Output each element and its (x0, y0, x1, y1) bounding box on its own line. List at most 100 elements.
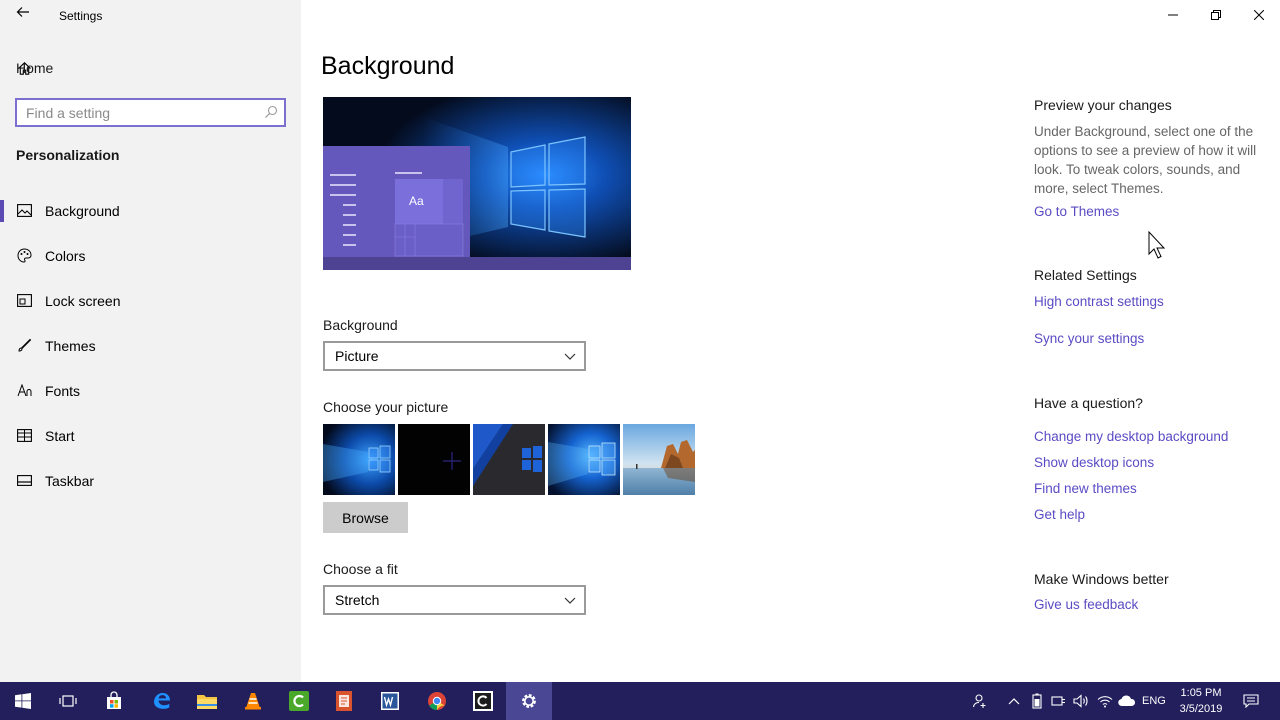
sidebar-item-start[interactable]: Start (0, 413, 301, 458)
task-view-icon (59, 695, 77, 707)
sidebar-item-label: Background (45, 202, 120, 219)
close-button[interactable] (1237, 0, 1280, 30)
make-windows-better-heading: Make Windows better (1034, 571, 1169, 587)
palette-icon (16, 248, 32, 264)
chevron-up-icon (1008, 698, 1020, 705)
lock-screen-icon (16, 293, 32, 309)
restore-icon (1211, 10, 1221, 20)
camtasia-recorder-app[interactable] (460, 682, 506, 720)
change-background-link[interactable]: Change my desktop background (1034, 429, 1228, 444)
clock-date: 3/5/2019 (1179, 703, 1223, 715)
camtasia-app[interactable] (276, 682, 322, 720)
onedrive-tray[interactable] (1116, 682, 1138, 720)
document-app[interactable] (321, 682, 367, 720)
back-button[interactable] (12, 4, 34, 26)
file-explorer-app[interactable] (184, 682, 230, 720)
edge-app[interactable] (139, 682, 185, 720)
start-button[interactable] (0, 682, 46, 720)
browse-button[interactable]: Browse (323, 502, 408, 533)
sidebar-item-lock-screen[interactable]: Lock screen (0, 278, 301, 323)
minimize-button[interactable] (1151, 0, 1195, 30)
chrome-app[interactable] (414, 682, 460, 720)
camtasia-recorder-icon (473, 691, 493, 711)
action-center-button[interactable] (1240, 682, 1262, 720)
sidebar-item-label: Fonts (45, 382, 81, 399)
background-dropdown[interactable]: Picture (323, 341, 586, 371)
search-box[interactable] (15, 98, 286, 127)
high-contrast-link[interactable]: High contrast settings (1034, 294, 1164, 309)
show-desktop-icons-link[interactable]: Show desktop icons (1034, 455, 1154, 470)
notification-icon (1243, 694, 1259, 708)
app-title: Settings (59, 9, 103, 23)
go-to-themes-link[interactable]: Go to Themes (1034, 204, 1119, 219)
clock[interactable]: 1:05 PM 3/5/2019 (1172, 685, 1230, 717)
choose-picture-label: Choose your picture (323, 399, 449, 415)
background-label: Background (323, 317, 398, 333)
store-app[interactable] (91, 682, 137, 720)
picture-icon (16, 203, 32, 219)
chevron-down-icon (564, 597, 576, 604)
home-nav[interactable]: Home (16, 58, 53, 78)
search-input[interactable] (17, 100, 252, 125)
related-settings-heading: Related Settings (1034, 267, 1137, 283)
sidebar-item-themes[interactable]: Themes (0, 323, 301, 368)
sidebar-item-fonts[interactable]: Fonts (0, 368, 301, 413)
restore-button[interactable] (1194, 0, 1238, 30)
sidebar: Settings Home Personalization Background… (0, 0, 301, 682)
wifi-icon (1097, 696, 1113, 708)
background-preview: Aa (323, 97, 631, 270)
picture-thumbnail-4[interactable] (548, 424, 620, 495)
sidebar-item-taskbar[interactable]: Taskbar (0, 458, 301, 503)
fit-label: Choose a fit (323, 561, 398, 577)
fit-dropdown[interactable]: Stretch (323, 585, 586, 615)
vlc-cone-icon (245, 693, 261, 710)
folder-icon (197, 695, 217, 709)
sidebar-item-background[interactable]: Background (0, 188, 301, 233)
sidebar-item-colors[interactable]: Colors (0, 233, 301, 278)
preview-description: Under Background, select one of the opti… (1034, 124, 1257, 196)
sidebar-item-label: Colors (45, 247, 86, 264)
picture-thumbnail-1[interactable] (323, 424, 395, 495)
start-icon (16, 428, 32, 444)
windows-logo-icon (15, 693, 31, 709)
chevron-down-icon (564, 353, 576, 360)
sync-settings-link[interactable]: Sync your settings (1034, 331, 1144, 346)
task-view-button[interactable] (45, 682, 91, 720)
speaker-icon (1073, 694, 1088, 708)
settings-app[interactable] (506, 682, 552, 720)
question-heading: Have a question? (1034, 395, 1143, 411)
picture-thumbnail-5[interactable] (623, 424, 695, 495)
sidebar-nav: Background Colors Lock screen Themes Fon… (0, 188, 301, 503)
show-hidden-icons[interactable] (1003, 682, 1025, 720)
document-icon (336, 691, 352, 711)
battery-tray[interactable] (1026, 682, 1048, 720)
picture-thumbnail-2[interactable] (398, 424, 470, 495)
power-plug-icon (1051, 696, 1065, 706)
home-label: Home (16, 60, 54, 76)
feedback-link[interactable]: Give us feedback (1034, 597, 1138, 612)
back-arrow-icon (16, 7, 29, 17)
power-tray[interactable] (1048, 682, 1070, 720)
get-help-link[interactable]: Get help (1034, 507, 1085, 522)
vlc-app[interactable] (230, 682, 276, 720)
section-title: Personalization (16, 147, 120, 163)
search-icon (265, 105, 278, 118)
people-tray[interactable] (969, 682, 991, 720)
language-indicator[interactable]: ENG (1142, 695, 1166, 707)
picture-thumbnail-3[interactable] (473, 424, 545, 495)
battery-icon (1032, 693, 1042, 709)
edge-icon (154, 693, 170, 709)
sidebar-item-label: Lock screen (45, 292, 121, 309)
sidebar-item-label: Start (45, 427, 75, 444)
chrome-icon (428, 692, 446, 710)
background-dropdown-value: Picture (335, 348, 379, 364)
word-app[interactable] (367, 682, 413, 720)
people-icon (972, 694, 986, 708)
preview-heading: Preview your changes (1034, 97, 1172, 113)
camtasia-icon (289, 691, 309, 711)
find-new-themes-link[interactable]: Find new themes (1034, 481, 1137, 496)
network-tray[interactable] (1094, 682, 1116, 720)
sidebar-item-label: Taskbar (45, 472, 95, 489)
volume-tray[interactable] (1070, 682, 1092, 720)
minimize-icon (1168, 14, 1178, 16)
